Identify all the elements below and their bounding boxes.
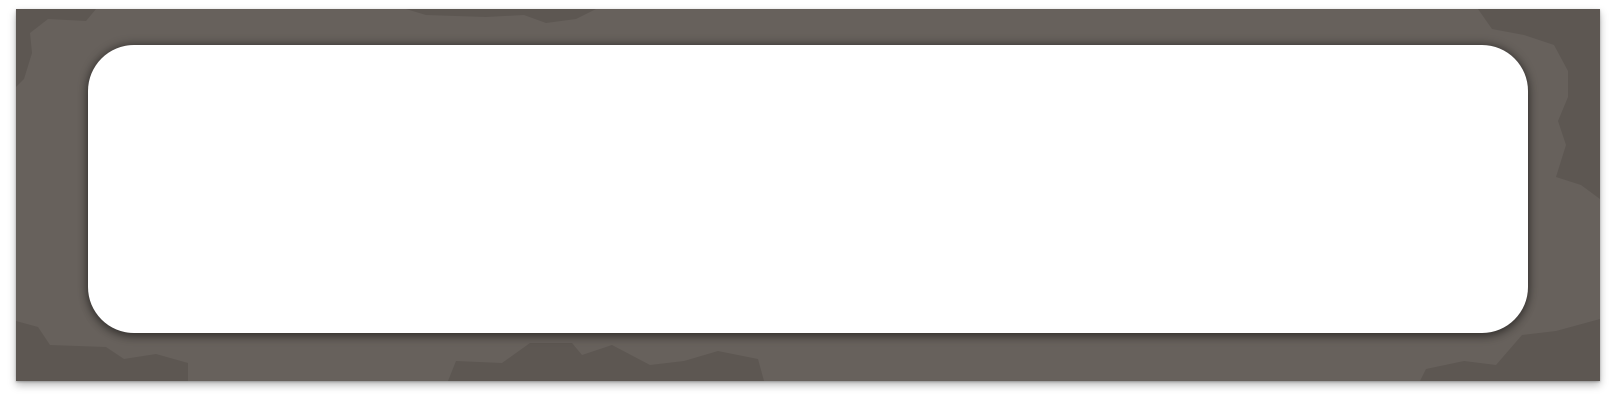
page: [0, 0, 1616, 405]
content-panel: [88, 45, 1528, 333]
textured-frame: [16, 9, 1600, 381]
